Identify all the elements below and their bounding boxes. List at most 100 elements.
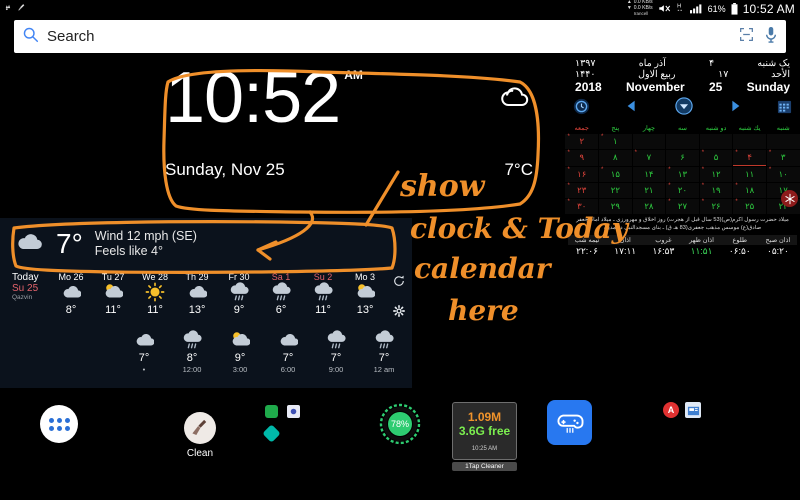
hijri-year: ۱۴۴۰ bbox=[575, 69, 596, 80]
snowflake-icon[interactable] bbox=[781, 190, 798, 207]
calendar-day-cell[interactable]: ۲۱ bbox=[632, 182, 666, 198]
onetap-cleaner-widget[interactable]: 1.09M 3.6G free 10:25 AM 1Tap Cleaner bbox=[452, 402, 517, 472]
mini-app-icons[interactable] bbox=[262, 405, 325, 450]
calendar-weekday-label: دو شنبه bbox=[705, 125, 727, 132]
weather-day-temp: 13° bbox=[356, 304, 374, 316]
weather-day-label: We 28 bbox=[142, 272, 168, 282]
prayer-name: اذان صبح bbox=[758, 235, 797, 245]
weather-hour-temp: 7° bbox=[330, 352, 342, 364]
prayer-name: غروب bbox=[644, 235, 683, 245]
calendar-day-cell[interactable]: * ۹ bbox=[565, 149, 599, 166]
calendar-day-cell[interactable]: * ۱۳ bbox=[666, 166, 699, 182]
calendar-day-cell[interactable]: * ۱۸ bbox=[733, 182, 766, 198]
search-bar[interactable]: Search bbox=[14, 20, 786, 53]
tiny-app-shortcuts[interactable]: A bbox=[663, 402, 701, 418]
weather-hour-column[interactable]: 7° 12 am bbox=[360, 330, 408, 374]
calendar-day-cell[interactable]: ۱۴ bbox=[632, 166, 666, 182]
calendar-day-cell[interactable]: * ۵ bbox=[699, 149, 733, 166]
weather-hour-column[interactable]: 9° 3:00 bbox=[216, 330, 264, 374]
weather-hour-column[interactable]: 7° 6:00 bbox=[264, 330, 312, 374]
news-app-icon[interactable] bbox=[685, 402, 701, 418]
weather-hour-column[interactable]: 7° 9:00 bbox=[312, 330, 360, 374]
calendar-day-cell[interactable]: * ۱۵ bbox=[599, 166, 632, 182]
weather-day-column[interactable]: Sa 1 6° bbox=[260, 272, 302, 316]
calendar-day-cell[interactable]: * ۲۳ bbox=[565, 182, 599, 198]
calendar-icon[interactable] bbox=[777, 99, 792, 119]
cloud-icon bbox=[264, 330, 312, 350]
battery-icon bbox=[731, 2, 738, 15]
weather-day-column[interactable]: Mo 26 8° bbox=[50, 272, 92, 316]
prayer-time-column: نیمه شب ۲۲:۰۶ bbox=[567, 235, 607, 258]
weather-hour-column[interactable]: 8° 12:00 bbox=[168, 330, 216, 374]
calendar-day-cell[interactable]: ۲۲ bbox=[599, 182, 632, 198]
down-arrow-icon[interactable] bbox=[674, 97, 693, 120]
weather-hour-time: 12 am bbox=[373, 365, 395, 374]
cleaner-free-value: 3.6G free bbox=[458, 424, 511, 438]
game-controller-icon[interactable] bbox=[547, 400, 592, 445]
whatsapp-icon[interactable] bbox=[265, 405, 278, 418]
persian-calendar-widget[interactable]: یک شنبه ۴ آذر ماه ۱۳۹۷ الأحد ۱۷ ربیع الا… bbox=[565, 56, 800, 291]
calendar-week-row: ۱۷ * ۱۸ * ۱۹ * ۲۰ ۲۱ ۲۲ * ۲۳ bbox=[565, 182, 800, 198]
camera-icon[interactable] bbox=[287, 405, 300, 418]
clock-weather-widget[interactable]: 10:52 AM Sunday, Nov 25 7°C bbox=[165, 62, 545, 202]
weather-day-column[interactable]: Th 29 13° bbox=[176, 272, 218, 316]
search-input[interactable]: Search bbox=[47, 28, 95, 45]
weather-day-column[interactable]: Mo 3 13° bbox=[344, 272, 386, 316]
calendar-day-cell[interactable]: ۲۸ bbox=[632, 198, 666, 214]
clock-time: 10:52 bbox=[165, 58, 341, 138]
calendar-day-cell[interactable]: ۶ bbox=[666, 149, 699, 166]
weather-hour-temp: 8° bbox=[186, 352, 198, 364]
calendar-day-cell[interactable]: * ۱ bbox=[599, 133, 632, 149]
weather-day-column[interactable]: Tu 27 11° bbox=[92, 272, 134, 316]
calendar-day-cell[interactable]: ۲۹ bbox=[599, 198, 632, 214]
calendar-day-cell[interactable]: * ۱۲ bbox=[699, 166, 733, 182]
calendar-day-cell[interactable]: * ۱۰ bbox=[766, 166, 800, 182]
weather-location: Qazvin bbox=[12, 294, 33, 301]
mute-icon bbox=[658, 3, 671, 14]
calendar-day-cell[interactable]: * ۳۰ bbox=[565, 198, 599, 214]
calendar-day-cell[interactable]: * ۱۶ bbox=[565, 166, 599, 182]
prayer-time: ۱۶:۵۳ bbox=[644, 245, 683, 258]
prayer-time-column: اذان صبح ۰۵:۲۰ bbox=[758, 235, 797, 258]
clean-app-shortcut[interactable]: Clean bbox=[180, 412, 220, 459]
search-icon bbox=[22, 26, 39, 48]
calendar-day-cell[interactable]: * ۲۶ bbox=[699, 198, 733, 214]
diamond-app-icon[interactable] bbox=[262, 424, 281, 443]
calendar-day-cell[interactable]: * ۲۵ bbox=[733, 198, 766, 214]
svg-text:78%: 78% bbox=[391, 419, 409, 429]
calendar-day-cell[interactable]: ۱۱ bbox=[733, 166, 766, 182]
event-dot-icon: * bbox=[567, 149, 570, 156]
weather-day-column[interactable]: Su 2 11° bbox=[302, 272, 344, 316]
calendar-weeks[interactable]: * ۱ * ۲ * ۳ * ۴ * ۵ ۶ * ۷ ۸ * ۹ * ۱۰ ۱۱ * ۱۲ * ۱۳ ۱۴ * ۱۵ * ۱۶ ۱۷ * ۱۸… bbox=[565, 133, 800, 214]
battery-ring-widget[interactable]: 78% bbox=[378, 402, 422, 446]
weather-hour-temp: 9° bbox=[234, 352, 246, 364]
calendar-day-cell[interactable]: * ۲۰ bbox=[666, 182, 699, 198]
prayer-times-row: اذان صبح ۰۵:۲۰ طلوع ۰۶:۵۰ اذان ظهر ۱۱:۵۱ غر… bbox=[565, 235, 800, 258]
gear-icon[interactable] bbox=[393, 304, 405, 322]
weather-day-column[interactable]: Fr 30 9° bbox=[218, 272, 260, 316]
calendar-day-cell[interactable]: * ۲۷ bbox=[666, 198, 699, 214]
calendar-day-cell[interactable]: * ۳ bbox=[766, 149, 800, 166]
calendar-day-cell[interactable]: ۸ bbox=[599, 149, 632, 166]
prev-arrow-icon[interactable] bbox=[625, 99, 639, 118]
alarm-icon[interactable] bbox=[573, 98, 590, 120]
calendar-hijri-date: الأحد ۱۷ ربیع الاول ۱۴۴۰ bbox=[569, 69, 796, 80]
next-arrow-icon[interactable] bbox=[728, 99, 742, 118]
download-arrow-icon: ▼ bbox=[626, 4, 632, 11]
calendar-day-cell[interactable]: * ۱۹ bbox=[699, 182, 733, 198]
calendar-day-today[interactable]: * ۴ bbox=[733, 149, 766, 166]
microphone-icon[interactable] bbox=[764, 26, 778, 48]
calendar-grid[interactable]: شنبه یك شنبه دو شنبه سه چهار پنج جمعه * ۱ * ۲ * ۳ * ۴… bbox=[565, 123, 800, 214]
refresh-icon[interactable] bbox=[393, 274, 405, 292]
weather-widget[interactable]: 7° Wind 12 mph (SE) Feels like 4° Today … bbox=[0, 218, 412, 388]
clean-app-label: Clean bbox=[186, 448, 214, 459]
event-dot-icon: * bbox=[634, 149, 637, 156]
app-drawer-icon[interactable] bbox=[40, 405, 78, 443]
calendar-day-cell[interactable]: * ۷ bbox=[632, 149, 666, 166]
lens-scan-icon[interactable] bbox=[739, 27, 754, 47]
pdf-icon[interactable]: A bbox=[663, 402, 679, 418]
calendar-day-cell bbox=[632, 133, 666, 149]
calendar-day-cell[interactable]: * ۲ bbox=[565, 133, 599, 149]
weather-hour-column[interactable]: 7° • bbox=[120, 330, 168, 374]
weather-day-column[interactable]: We 28 11° bbox=[134, 272, 176, 316]
